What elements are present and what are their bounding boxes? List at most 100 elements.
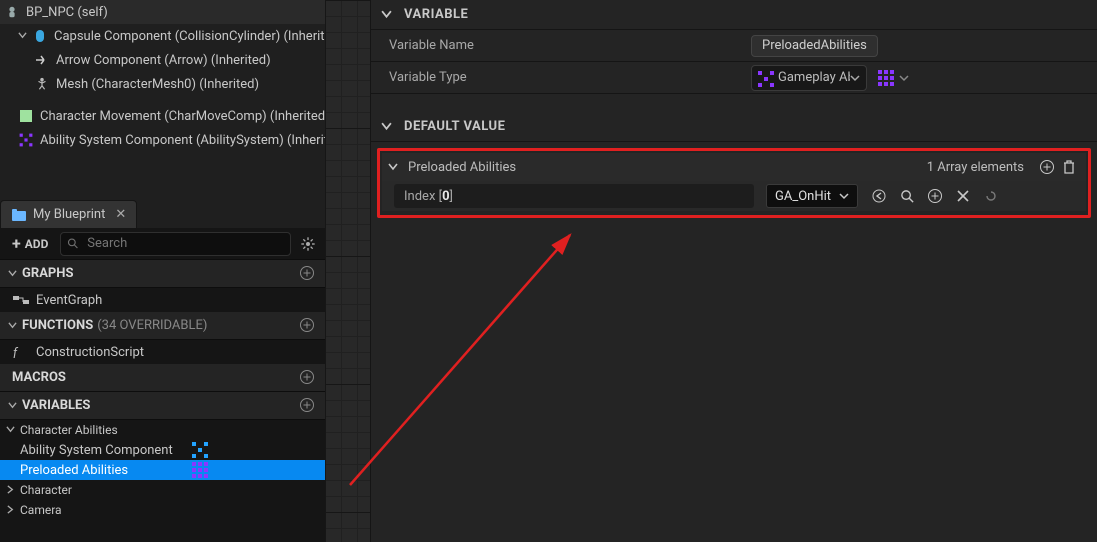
chevron-right-icon (6, 505, 16, 515)
clear-array-button[interactable] (1058, 156, 1080, 178)
section-functions[interactable]: FUNCTIONS (34 OVERRIDABLE) (0, 312, 325, 340)
variable-type-text: Gameplay Abi (778, 70, 850, 85)
component-arrow-label: Arrow Component (Arrow) (Inherited) (56, 53, 271, 68)
component-movement-label: Character Movement (CharMoveComp) (Inher… (40, 109, 325, 124)
search-input[interactable] (60, 232, 291, 256)
chevron-down-icon (8, 401, 18, 411)
chevron-down-icon (6, 425, 16, 435)
section-variables-label: VARIABLES (22, 398, 90, 413)
category-default-value-label: DEFAULT VALUE (404, 119, 505, 134)
chevron-down-icon (381, 121, 392, 132)
category-variable[interactable]: VARIABLE (371, 0, 1097, 30)
movement-icon (18, 108, 34, 124)
array-index-label: Index [ 0 ] (394, 184, 754, 208)
var-category-label: Camera (20, 503, 62, 517)
chevron-down-icon (899, 73, 909, 83)
insert-element-button[interactable] (924, 185, 946, 207)
gear-icon (300, 236, 316, 252)
section-variables[interactable]: VARIABLES (0, 392, 325, 420)
item-constructionscript-label: ConstructionScript (36, 345, 144, 360)
section-macros-label: MACROS (12, 370, 66, 385)
variable-type-picker[interactable]: Gameplay Abi (751, 65, 867, 91)
item-eventgraph[interactable]: EventGraph (0, 288, 325, 312)
array-name: Preloaded Abilities (408, 160, 516, 175)
add-button[interactable]: + ADD (6, 235, 54, 253)
use-selected-button[interactable] (868, 185, 890, 207)
component-capsule-label: Capsule Component (CollisionCylinder) (I… (54, 29, 325, 44)
tab-my-blueprint-label: My Blueprint (33, 207, 105, 222)
add-variable-button[interactable] (299, 397, 317, 415)
array-count: 1 Array elements (927, 160, 1024, 175)
capsule-icon (32, 28, 48, 44)
settings-button[interactable] (297, 233, 319, 255)
section-functions-label: FUNCTIONS (22, 318, 93, 333)
expand-icon (18, 31, 28, 41)
component-arrow[interactable]: Arrow Component (Arrow) (Inherited) (0, 48, 325, 72)
reset-button[interactable] (980, 185, 1002, 207)
chevron-right-icon (6, 485, 16, 495)
component-movement[interactable]: Character Movement (CharMoveComp) (Inher… (0, 104, 325, 128)
component-capsule[interactable]: Capsule Component (CollisionCylinder) (I… (0, 24, 325, 48)
var-category-character[interactable]: Character (0, 480, 325, 500)
component-root-label: BP_NPC (self) (26, 5, 108, 20)
plus-icon: + (12, 236, 21, 252)
class-type-icon (758, 71, 772, 85)
category-default-value[interactable]: DEFAULT VALUE (371, 112, 1097, 142)
component-asc[interactable]: Ability System Component (AbilitySystem)… (0, 128, 325, 152)
var-preloaded[interactable]: Preloaded Abilities (0, 460, 325, 480)
chevron-down-icon (8, 269, 18, 279)
add-graph-button[interactable] (299, 265, 317, 283)
add-function-button[interactable] (299, 317, 317, 335)
chevron-down-icon (388, 162, 398, 172)
details-panel: VARIABLE Variable Name PreloadedAbilitie… (370, 0, 1097, 542)
arrow-icon (34, 52, 50, 68)
component-mesh-label: Mesh (CharacterMesh0) (Inherited) (56, 77, 259, 92)
add-button-label: ADD (25, 237, 49, 251)
array-element-row: Index [ 0 ] GA_OnHit (382, 181, 1086, 211)
eventgraph-icon (12, 293, 30, 307)
component-mesh[interactable]: Mesh (CharacterMesh0) (Inherited) (0, 72, 325, 96)
actor-icon (4, 4, 20, 20)
var-category-label: Character (20, 483, 72, 497)
tab-my-blueprint[interactable]: My Blueprint ✕ (0, 200, 137, 228)
component-root[interactable]: BP_NPC (self) (0, 0, 325, 24)
blueprint-icon (11, 207, 27, 223)
chevron-down-icon (381, 9, 392, 20)
prop-variable-type-label: Variable Type (371, 70, 751, 85)
skeletal-mesh-icon (34, 76, 50, 92)
ability-icon (18, 132, 34, 148)
item-eventgraph-label: EventGraph (36, 293, 102, 308)
browse-button[interactable] (896, 185, 918, 207)
container-type-button[interactable] (875, 67, 897, 89)
var-category-camera[interactable]: Camera (0, 500, 325, 520)
chevron-down-icon (850, 73, 860, 83)
var-asc-label: Ability System Component (20, 443, 173, 458)
chevron-down-icon (839, 191, 849, 201)
item-constructionscript[interactable]: ƒ ConstructionScript (0, 340, 325, 364)
prop-variable-name-label: Variable Name (371, 38, 751, 53)
var-asc[interactable]: Ability System Component (0, 440, 325, 460)
section-macros[interactable]: MACROS (0, 364, 325, 392)
class-picker-value: GA_OnHit (775, 189, 831, 204)
category-variable-label: VARIABLE (404, 7, 468, 22)
variable-name-field[interactable]: PreloadedAbilities (751, 35, 878, 57)
section-graphs[interactable]: GRAPHS (0, 260, 325, 288)
var-preloaded-label: Preloaded Abilities (20, 463, 128, 478)
chevron-down-icon (8, 321, 18, 331)
var-category-label: Character Abilities (20, 423, 118, 437)
remove-element-button[interactable] (952, 185, 974, 207)
svg-text:ƒ: ƒ (13, 346, 19, 358)
class-picker[interactable]: GA_OnHit (766, 184, 858, 208)
add-element-button[interactable] (1036, 156, 1058, 178)
section-functions-sub: (34 OVERRIDABLE) (97, 318, 207, 333)
tab-close-button[interactable]: ✕ (115, 207, 126, 222)
highlight-box: Preloaded Abilities 1 Array elements Ind… (377, 148, 1091, 218)
object-type-icon (191, 443, 209, 457)
prop-variable-name: Variable Name PreloadedAbilities (371, 30, 1097, 62)
var-category-character-abilities[interactable]: Character Abilities (0, 420, 325, 440)
section-graphs-label: GRAPHS (22, 266, 74, 281)
array-type-icon (191, 463, 209, 477)
prop-variable-type: Variable Type Gameplay Abi (371, 62, 1097, 94)
search-field[interactable] (85, 235, 284, 252)
add-macro-button[interactable] (299, 369, 317, 387)
